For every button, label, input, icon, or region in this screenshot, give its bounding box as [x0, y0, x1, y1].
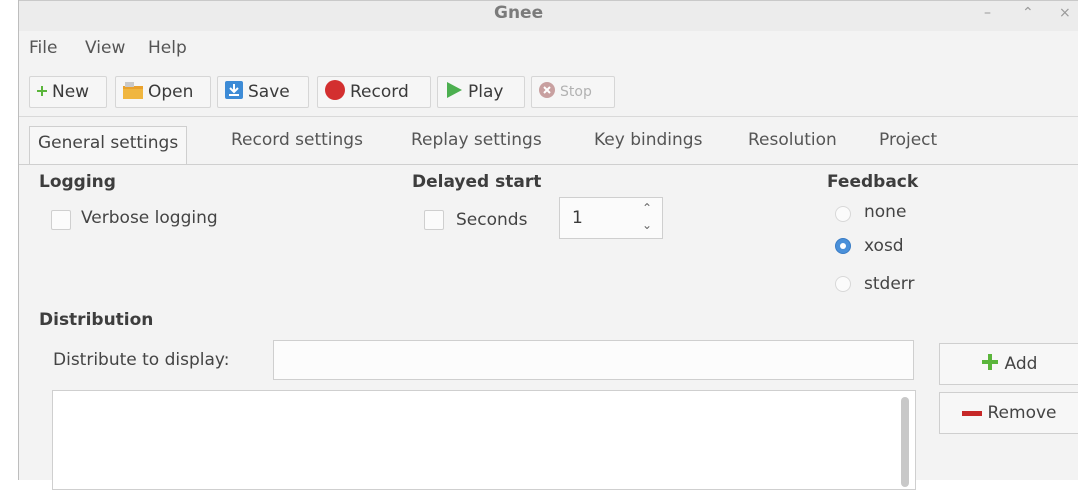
save-button[interactable]: Save: [217, 76, 309, 108]
stop-button[interactable]: Stop: [531, 76, 615, 108]
toolbar: New Open Save Record Play Stop: [19, 68, 1078, 117]
tab-record-settings[interactable]: Record settings: [231, 130, 363, 150]
remove-button[interactable]: Remove: [939, 392, 1078, 434]
feedback-stderr-radio[interactable]: [835, 276, 851, 292]
delayed-start-title: Delayed start: [412, 172, 542, 192]
app-window: Gnee – ⌃ × File View Help New Open Save: [18, 0, 1078, 490]
add-button-label: Add: [1004, 354, 1038, 374]
minimize-icon[interactable]: –: [984, 5, 991, 21]
open-button-label: Open: [148, 82, 194, 102]
feedback-xosd-label: xosd: [864, 236, 904, 256]
tab-replay-settings[interactable]: Replay settings: [411, 130, 542, 150]
chevron-up-icon[interactable]: ⌃: [642, 201, 652, 215]
distribution-list[interactable]: [52, 390, 916, 490]
plus-icon: [981, 353, 999, 376]
verbose-logging-checkbox[interactable]: [51, 210, 71, 230]
chevron-down-icon[interactable]: ⌄: [642, 218, 652, 232]
save-button-label: Save: [248, 82, 290, 102]
distribution-title: Distribution: [39, 310, 154, 330]
menu-view[interactable]: View: [85, 38, 125, 58]
verbose-logging-label: Verbose logging: [81, 208, 218, 228]
list-scrollbar[interactable]: [901, 397, 909, 487]
feedback-none-radio[interactable]: [835, 206, 851, 222]
tab-key-bindings[interactable]: Key bindings: [594, 130, 702, 150]
seconds-spinbox[interactable]: 1 ⌃ ⌄: [559, 197, 663, 239]
record-icon: [324, 79, 346, 106]
menu-help[interactable]: Help: [148, 38, 187, 58]
distribute-display-label: Distribute to display:: [53, 350, 230, 370]
menu-bar: File View Help: [19, 34, 1078, 62]
play-button[interactable]: Play: [437, 76, 525, 108]
folder-icon: [122, 80, 144, 105]
feedback-title: Feedback: [827, 172, 919, 192]
feedback-xosd-radio[interactable]: [835, 238, 851, 254]
play-button-label: Play: [468, 82, 504, 102]
stop-icon: [538, 81, 556, 103]
tab-project[interactable]: Project: [879, 130, 937, 150]
remove-button-label: Remove: [987, 403, 1057, 423]
add-button[interactable]: Add: [939, 343, 1078, 385]
seconds-checkbox[interactable]: [424, 210, 444, 230]
feedback-stderr-label: stderr: [864, 274, 915, 294]
minus-icon: [961, 403, 982, 423]
record-button-label: Record: [350, 82, 409, 102]
new-button[interactable]: New: [29, 76, 107, 108]
save-icon: [224, 80, 244, 105]
title-bar: Gnee – ⌃ ×: [19, 0, 1078, 31]
close-icon[interactable]: ×: [1059, 5, 1071, 21]
feedback-none-label: none: [864, 202, 907, 222]
tab-bar: General settings Record settings Replay …: [19, 122, 1078, 165]
logging-title: Logging: [39, 172, 116, 192]
window-title: Gnee: [494, 3, 544, 23]
plus-icon: [36, 82, 48, 102]
tab-general-settings[interactable]: General settings: [29, 126, 188, 164]
menu-file[interactable]: File: [29, 38, 57, 58]
new-button-label: New: [52, 82, 90, 102]
maximize-icon[interactable]: ⌃: [1022, 5, 1034, 21]
record-button[interactable]: Record: [317, 76, 431, 108]
distribute-display-input[interactable]: [273, 340, 914, 380]
play-icon: [444, 80, 464, 105]
stop-button-label: Stop: [560, 84, 592, 100]
seconds-value: 1: [572, 208, 583, 228]
seconds-label: Seconds: [456, 210, 528, 230]
open-button[interactable]: Open: [115, 76, 211, 108]
tab-resolution[interactable]: Resolution: [748, 130, 837, 150]
